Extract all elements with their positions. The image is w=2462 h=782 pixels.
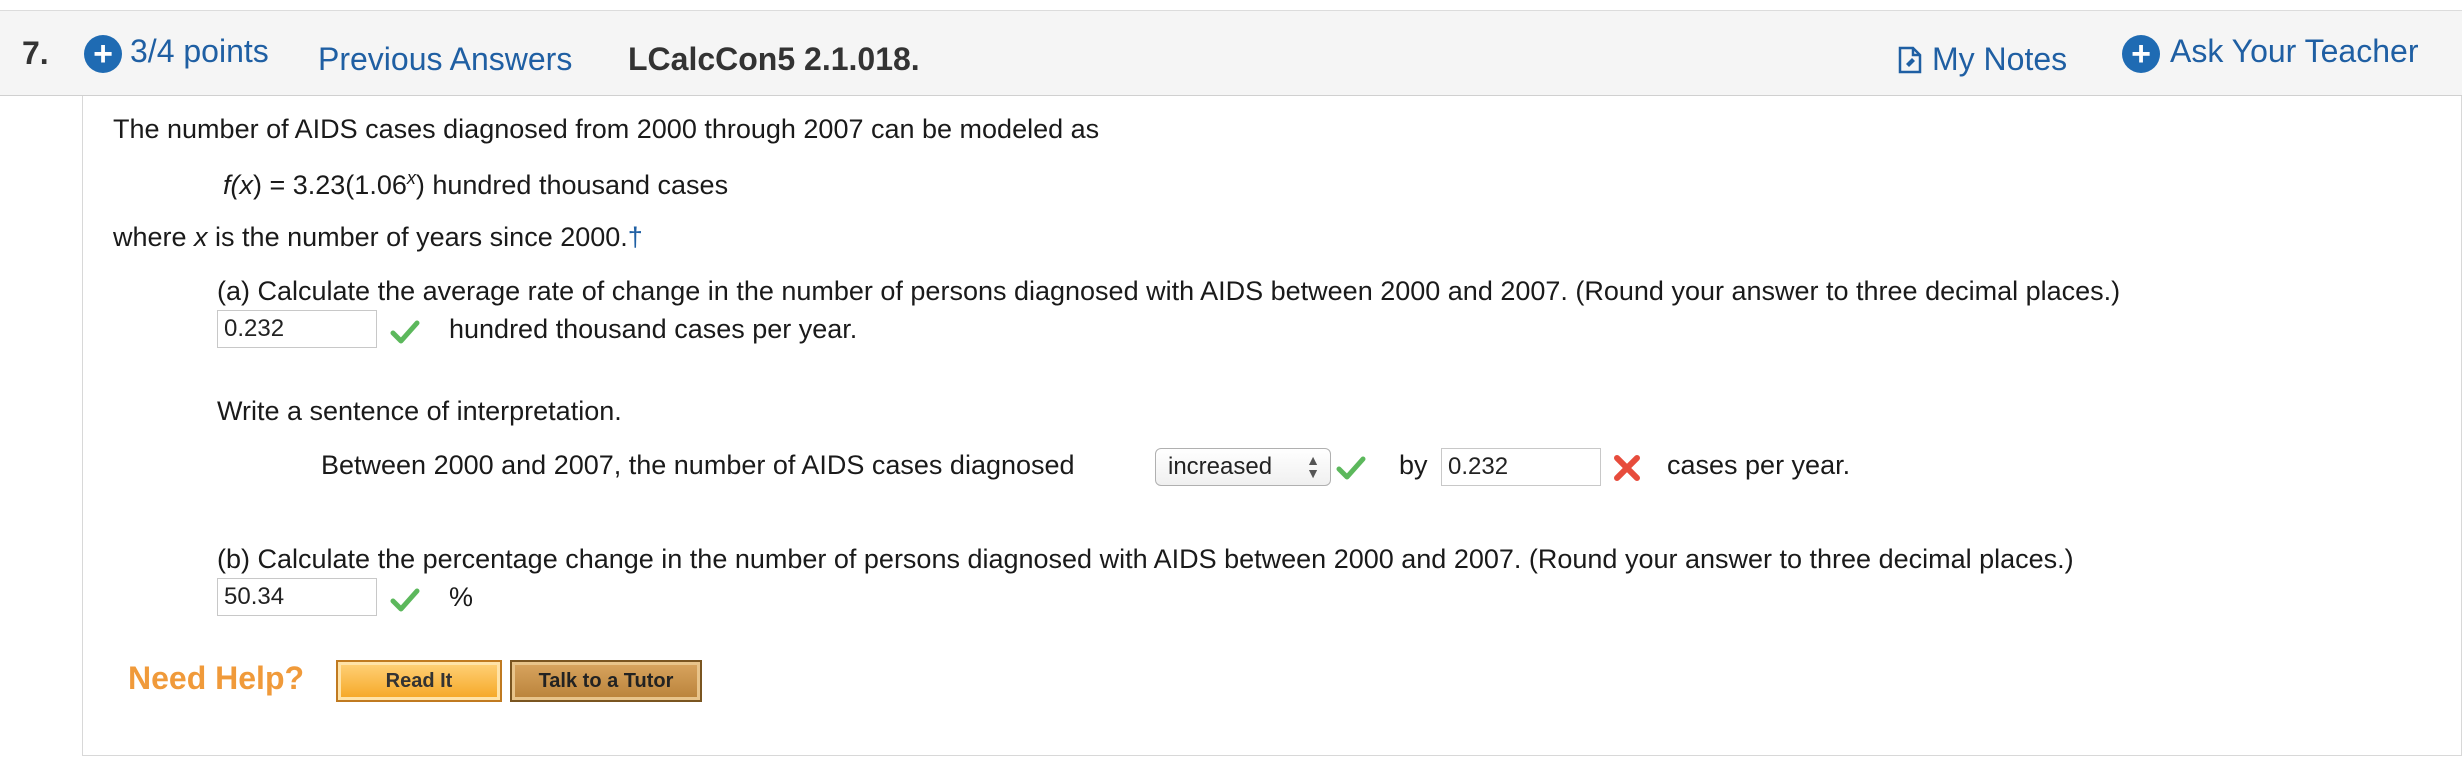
where-var: x [194, 222, 208, 252]
talk-to-tutor-button[interactable]: Talk to a Tutor [510, 660, 702, 702]
my-notes-label: My Notes [1932, 41, 2068, 77]
plus-circle-icon: + [84, 34, 122, 73]
question-body: The number of AIDS cases diagnosed from … [82, 96, 2462, 756]
where-clause: where x is the number of years since 200… [113, 222, 643, 253]
ask-teacher-label: Ask Your Teacher [2170, 33, 2419, 69]
incorrect-x-icon [1614, 455, 1640, 481]
correct-check-icon [390, 588, 420, 612]
footnote-dagger-link[interactable]: † [628, 222, 643, 252]
correct-check-icon [1336, 456, 1366, 480]
read-it-button[interactable]: Read It [336, 660, 502, 702]
interpretation-answer-input[interactable]: 0.232 [1441, 448, 1601, 486]
part-b-question: (b) Calculate the percentage change in t… [217, 544, 2074, 574]
where-pre: where [113, 222, 195, 252]
select-arrows-icon: ▲ ▼ [1306, 452, 1320, 481]
question-id: LCalcCon5 2.1.018. [628, 41, 920, 77]
ask-teacher-link[interactable]: + Ask Your Teacher [2122, 33, 2418, 73]
func-var: x [239, 170, 254, 200]
part-a-units: hundred thousand cases per year. [449, 314, 858, 344]
interpretation-prompt: Write a sentence of interpretation. [217, 396, 622, 426]
points-label: 3/4 points [130, 33, 269, 69]
points-link[interactable]: +3/4 points [84, 33, 269, 73]
func-lhs: f( [223, 170, 240, 200]
correct-check-icon [390, 320, 420, 344]
where-post: is the number of years since 2000. [207, 222, 628, 252]
question-number: 7. [22, 35, 49, 71]
func-exponent: x [406, 168, 416, 188]
question-header: 7. +3/4 points Previous Answers LCalcCon… [0, 10, 2462, 96]
plus-circle-icon: + [2122, 34, 2160, 73]
func-rhs: ) = 3.23(1.06 [253, 170, 407, 200]
note-icon [1898, 46, 1922, 74]
part-b-answer-input[interactable]: 50.34 [217, 578, 377, 616]
part-a-answer-input[interactable]: 0.232 [217, 310, 377, 348]
part-a-question: (a) Calculate the average rate of change… [217, 276, 2121, 306]
interpretation-sentence-end: cases per year. [1667, 450, 1851, 480]
previous-answers-link[interactable]: Previous Answers [318, 41, 572, 78]
my-notes-link[interactable]: My Notes [1898, 41, 2067, 78]
direction-select[interactable]: increased ▲ ▼ [1155, 448, 1331, 486]
need-help-label: Need Help? [128, 660, 305, 696]
function-formula: f(x) = 3.23(1.06x) hundred thousand case… [223, 168, 728, 201]
by-label: by [1399, 450, 1428, 480]
direction-select-value: increased [1168, 453, 1273, 480]
func-tail: ) hundred thousand cases [415, 170, 729, 200]
interpretation-sentence-start: Between 2000 and 2007, the number of AID… [321, 450, 1075, 480]
problem-intro: The number of AIDS cases diagnosed from … [113, 114, 1100, 144]
part-b-units: % [449, 582, 474, 612]
